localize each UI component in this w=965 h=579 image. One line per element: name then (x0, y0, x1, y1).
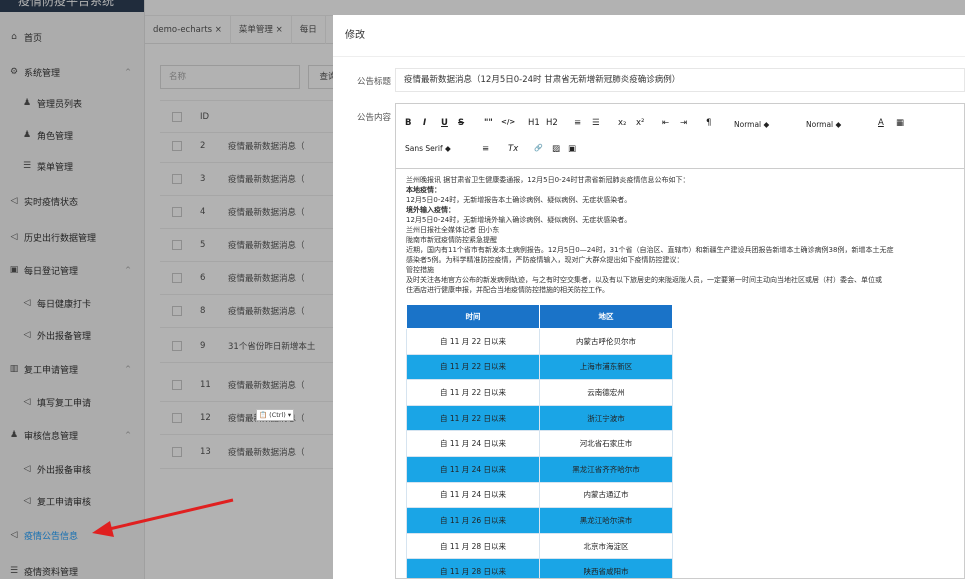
bullet-list-button[interactable]: ☰ (592, 118, 600, 128)
content-line: 境外输入疫情： (406, 206, 455, 214)
area-cell[interactable]: 浙江宁波市 (539, 404, 673, 432)
table-row: 自 11 月 24 日以来 河北省石家庄市 (406, 430, 673, 457)
title-label: 公告标题 (356, 77, 391, 87)
editor-content[interactable]: 兰州晚报讯 据甘肃省卫生健康委通报，12月5日0-24时甘肃省新冠肺炎疫情信息公… (396, 169, 964, 301)
time-cell[interactable]: 自 11 月 28 日以来 (406, 558, 540, 578)
content-line: 近期，国内有11个省市有新发本土病例报告。12月5日0—24时，31个省（自治区… (406, 246, 894, 254)
table-row: 自 11 月 22 日以来 云南德宏州 (406, 379, 673, 406)
table-row: 自 11 月 24 日以来 黑龙江省齐齐哈尔市 (406, 455, 673, 483)
title-input[interactable]: 疫情最新数据消息（12月5日0-24时 甘肃省无新增新冠肺炎疫确诊病例） (395, 68, 965, 92)
clear-format-button[interactable]: Tx (508, 144, 518, 154)
image-button[interactable]: ▨ (552, 144, 560, 154)
font-select[interactable]: Sans Serif ◆ (405, 144, 451, 153)
time-cell[interactable]: 自 11 月 22 日以来 (406, 353, 540, 381)
time-cell[interactable]: 自 11 月 24 日以来 (406, 455, 540, 483)
area-cell[interactable]: 河北省石家庄市 (539, 430, 673, 457)
table-row: 自 11 月 22 日以来 上海市浦东新区 (406, 353, 673, 381)
rich-text-editor[interactable]: B I U S "" </> H1 H2 ≡ ☰ x₂ x² ⇤ ⇥ ¶ Nor… (395, 103, 965, 579)
modal-title: 修改 (333, 15, 965, 57)
italic-button[interactable]: I (423, 118, 426, 128)
time-cell[interactable]: 自 11 月 22 日以来 (406, 328, 540, 355)
time-cell[interactable]: 自 11 月 28 日以来 (406, 532, 540, 560)
content-line: 兰州日报社全媒体记者 田小东 (406, 226, 500, 234)
time-cell[interactable]: 自 11 月 24 日以来 (406, 481, 540, 509)
area-cell[interactable]: 内蒙古呼伦贝尔市 (539, 328, 673, 355)
area-cell[interactable]: 北京市海淀区 (539, 532, 673, 560)
editor-toolbar: B I U S "" </> H1 H2 ≡ ☰ x₂ x² ⇤ ⇥ ¶ Nor… (396, 104, 964, 169)
underline-button[interactable]: U (441, 118, 448, 128)
code-button[interactable]: </> (501, 118, 515, 126)
superscript-button[interactable]: x² (636, 118, 644, 128)
ordered-list-button[interactable]: ≡ (574, 118, 581, 128)
time-cell[interactable]: 自 11 月 22 日以来 (406, 404, 540, 432)
content-line: 及时关注各地官方公布的新发病例轨迹，与之有时空交集者，以及有以下旅居史的来陇返陇… (406, 276, 882, 284)
content-line: 管控措施 (406, 266, 434, 274)
align-button[interactable]: ≡ (482, 144, 489, 154)
content-line: 本地疫情： (406, 186, 441, 194)
area-cell[interactable]: 云南德宏州 (539, 379, 673, 406)
font-color-button[interactable]: A (878, 118, 884, 128)
indent-button[interactable]: ⇥ (680, 118, 687, 128)
subscript-button[interactable]: x₂ (618, 118, 626, 128)
time-cell[interactable]: 自 11 月 22 日以来 (406, 379, 540, 406)
h1-button[interactable]: H1 (528, 118, 540, 128)
content-line: 陇南市新冠疫情防控紧急提醒 (406, 236, 497, 244)
bold-button[interactable]: B (405, 118, 411, 128)
edit-modal: 修改 公告标题 疫情最新数据消息（12月5日0-24时 甘肃省无新增新冠肺炎疫确… (333, 15, 965, 579)
strike-button[interactable]: S (458, 118, 464, 128)
table-row: 自 11 月 22 日以来 浙江宁波市 (406, 404, 673, 432)
content-line: 12月5日0-24时，无新增报告本土确诊病例、疑似病例、无症状感染者。 (406, 196, 632, 204)
table-row: 自 11 月 28 日以来 陕西省咸阳市 (406, 558, 673, 578)
paste-options-chip[interactable]: 📋 (Ctrl) ▾ (256, 409, 295, 421)
outdent-button[interactable]: ⇤ (662, 118, 669, 128)
table-row: 自 11 月 28 日以来 北京市海淀区 (406, 532, 673, 560)
time-column-header: 时间 (406, 304, 540, 329)
blockquote-button[interactable]: "" (484, 118, 493, 128)
area-column-header: 地区 (539, 304, 673, 329)
content-line: 12月5日0-24时，无新增境外输入确诊病例、疑似病例、无症状感染者。 (406, 216, 632, 224)
area-cell[interactable]: 上海市浦东新区 (539, 353, 673, 381)
time-cell[interactable]: 自 11 月 26 日以来 (406, 507, 540, 534)
table-row: 自 11 月 26 日以来 黑龙江哈尔滨市 (406, 507, 673, 534)
paste-options-label: (Ctrl) ▾ (269, 411, 292, 419)
region-table: 时间 地区 自 11 月 22 日以来 内蒙古呼伦贝尔市自 11 月 22 日以来… (406, 304, 673, 578)
h2-button[interactable]: H2 (546, 118, 558, 128)
area-cell[interactable]: 黑龙江省齐齐哈尔市 (539, 455, 673, 483)
area-cell[interactable]: 陕西省咸阳市 (539, 558, 673, 578)
background-color-button[interactable]: ▦ (896, 118, 904, 128)
clipboard-icon: 📋 (259, 411, 268, 419)
content-line: 兰州晚报讯 据甘肃省卫生健康委通报，12月5日0-24时甘肃省新冠肺炎疫情信息公… (406, 176, 690, 184)
link-button[interactable]: 🔗 (534, 144, 543, 152)
area-cell[interactable]: 黑龙江哈尔滨市 (539, 507, 673, 534)
time-cell[interactable]: 自 11 月 24 日以来 (406, 430, 540, 457)
header-select[interactable]: Normal ◆ (806, 120, 841, 129)
table-row: 自 11 月 24 日以来 内蒙古通辽市 (406, 481, 673, 509)
size-select[interactable]: Normal ◆ (734, 120, 769, 129)
table-row: 自 11 月 22 日以来 内蒙古呼伦贝尔市 (406, 328, 673, 355)
direction-button[interactable]: ¶ (706, 118, 711, 128)
area-cell[interactable]: 内蒙古通辽市 (539, 481, 673, 509)
video-button[interactable]: ▣ (568, 144, 576, 154)
content-line: 住酒店进行健康申报，并配合当地疫情防控措施的相关防控工作。 (406, 286, 609, 294)
content-label: 公告内容 (356, 113, 391, 123)
content-line: 感染者5例。为科学精准防控疫情，严防疫情输入，现对广大群众提出如下疫情防控建议： (406, 256, 684, 264)
